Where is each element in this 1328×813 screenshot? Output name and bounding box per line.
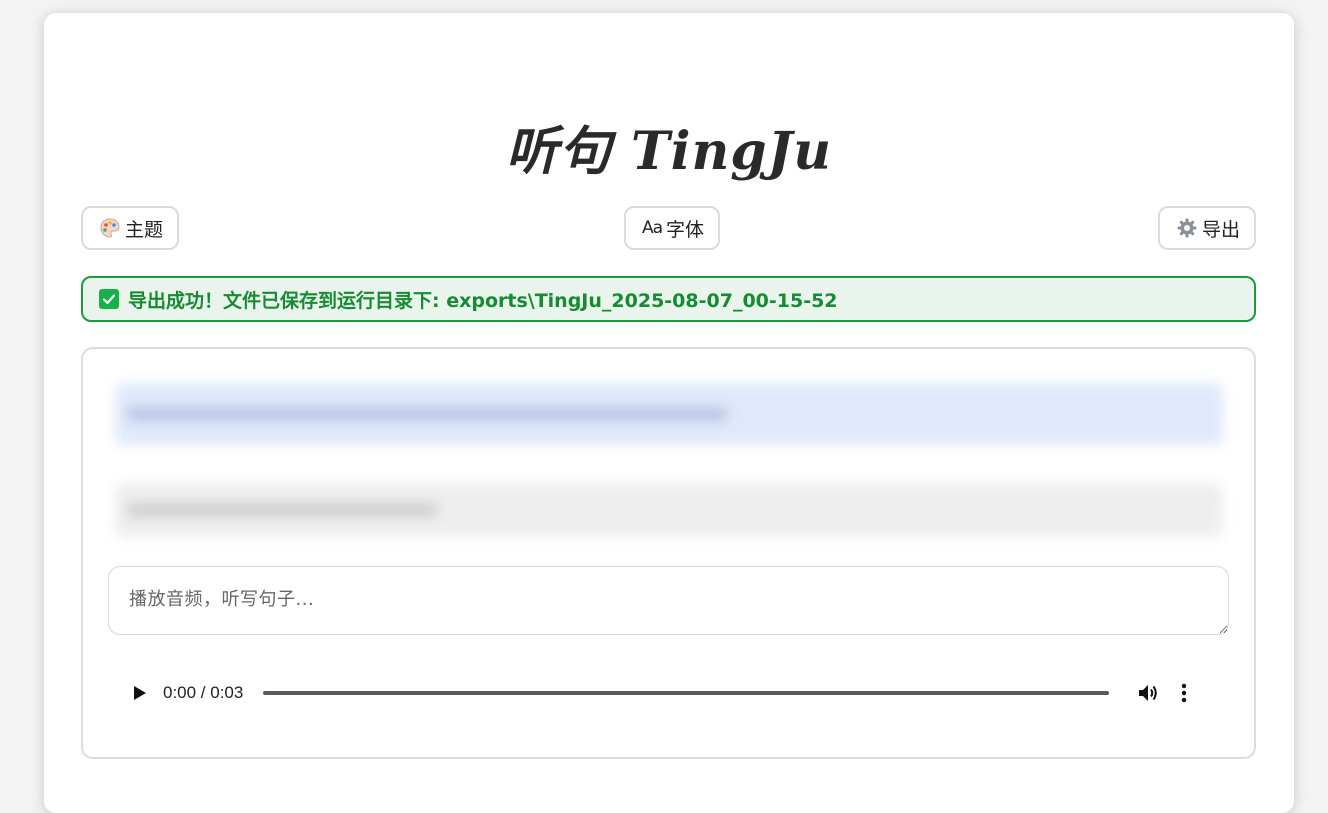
app-title: 听句 TingJu [505, 121, 833, 182]
play-icon[interactable] [133, 685, 147, 701]
alert-message: 导出成功！文件已保存到运行目录下: exports\TingJu_2025-08… [128, 289, 838, 312]
blurred-translation [115, 483, 1223, 537]
audio-progress-bar[interactable] [263, 691, 1110, 695]
audio-time: 0:00 / 0:03 [163, 683, 244, 702]
palette-icon [99, 217, 121, 239]
gear-icon [1176, 217, 1198, 239]
blurred-sentence [115, 383, 1223, 445]
export-success-alert: 导出成功！文件已保存到运行目录下: exports\TingJu_2025-08… [81, 276, 1256, 322]
dictation-panel: 0:00 / 0:03 [81, 347, 1256, 759]
check-icon [99, 289, 119, 309]
export-button[interactable]: 导出 [1157, 206, 1256, 250]
audio-player: 0:00 / 0:03 [113, 671, 1218, 715]
main-card: 听句 TingJu 主题 Aa 字体 导出 导出成功！文件已保存到运行目录下: … [44, 13, 1294, 813]
export-button-label: 导出 [1201, 218, 1240, 241]
theme-button[interactable]: 主题 [81, 206, 180, 250]
font-button-label: 字体 [666, 218, 705, 241]
volume-icon[interactable] [1137, 683, 1159, 703]
font-size-icon: Aa [642, 218, 663, 238]
dictation-input[interactable] [108, 566, 1229, 635]
font-button[interactable]: Aa 字体 [624, 206, 721, 250]
theme-button-label: 主题 [125, 218, 164, 241]
more-options-icon[interactable] [1181, 683, 1187, 703]
